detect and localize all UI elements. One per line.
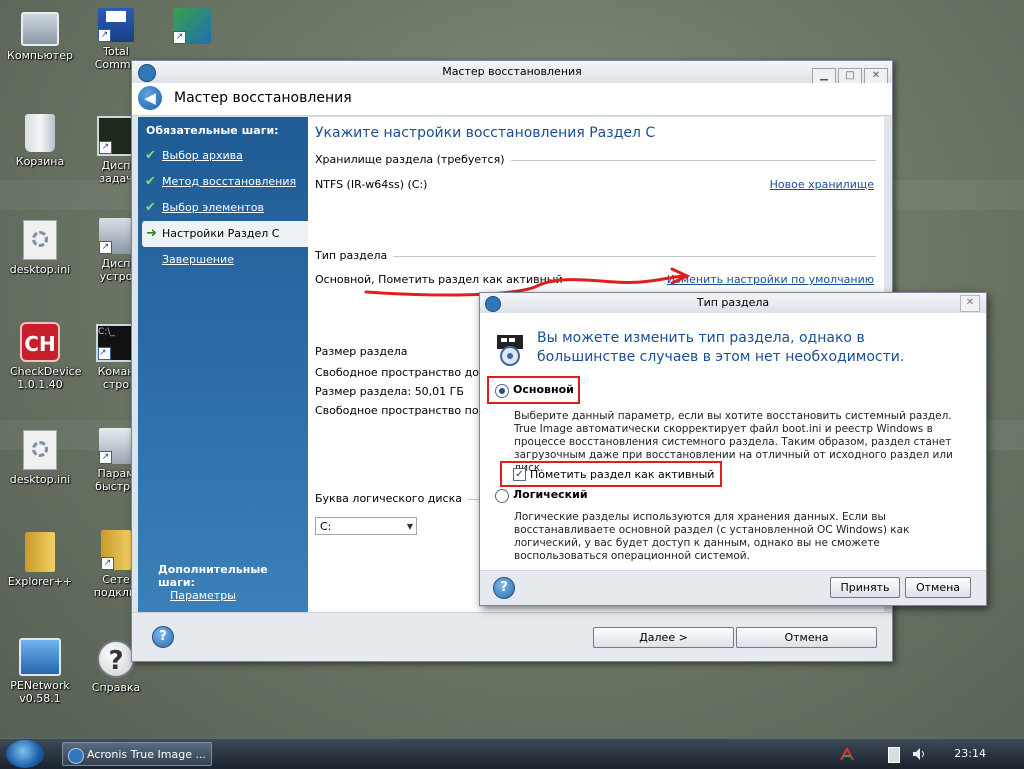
wizard-steps-sidebar: Обязательные шаги: ✔ Выбор архива ✔ Метод … — [138, 117, 308, 612]
desktop-icon-desktop-ini[interactable]: desktop.ini — [0, 220, 80, 276]
drive-letter-select[interactable]: C: ▼ — [315, 517, 417, 535]
back-arrow-icon[interactable]: ◀ — [138, 86, 162, 110]
settings-icon: ↗ — [99, 428, 133, 464]
chevron-down-icon: ▼ — [406, 522, 413, 531]
start-button[interactable] — [6, 740, 44, 768]
help-icon[interactable]: ? — [152, 626, 174, 648]
checkmark-icon: ✔ — [145, 174, 156, 189]
required-steps-heading: Обязательные шаги: — [146, 124, 279, 137]
device-manager-icon: ↗ — [99, 218, 133, 254]
window-titlebar[interactable]: Мастер восстановления ▁ □ ✕ — [132, 61, 892, 85]
step-partition-c-settings[interactable]: ➜ Настройки Раздел С — [142, 221, 308, 247]
partition-type-dialog: Тип раздела ✕ Вы можете изменить тип раз… — [479, 292, 987, 606]
content-title: Укажите настройки восстановления Раздел … — [315, 125, 656, 141]
partition-type-section-header: Тип раздела — [315, 249, 876, 263]
acronis-app-icon — [68, 748, 84, 764]
next-button[interactable]: Далее > — [593, 627, 734, 648]
wizard-title: Мастер восстановления — [174, 90, 352, 106]
desktop-icon-desktop-ini-2[interactable]: desktop.ini — [0, 430, 80, 486]
annotation-box-primary — [487, 376, 580, 404]
taskbar-item-acronis[interactable]: Acronis True Image ... — [62, 742, 212, 766]
desktop-icon-computer[interactable]: Компьютер — [0, 8, 80, 62]
storage-section-header: Хранилище раздела (требуется) — [315, 153, 876, 167]
desktop-icon-label: CheckDevice 1.0.1.40 — [10, 365, 82, 391]
accept-button[interactable]: Принять — [830, 577, 900, 598]
wizard-header: ◀ Мастер восстановления — [132, 83, 892, 116]
desktop-icon-label: Справка — [91, 681, 141, 694]
desktop-icon-label: Компьютер — [7, 49, 73, 62]
dialog-titlebar[interactable]: Тип раздела ✕ — [480, 293, 986, 313]
checkdevice-icon: CH — [20, 322, 60, 362]
help-icon: ? — [97, 640, 135, 678]
tray-acronis-icon[interactable] — [840, 747, 854, 761]
acronis-app-icon — [485, 296, 501, 312]
disk-settings-icon — [495, 333, 525, 367]
logical-description: Логические разделы используются для хран… — [514, 511, 910, 562]
dialog-title: Тип раздела — [696, 296, 770, 309]
free-space-after: Свободное пространство после — [315, 404, 499, 417]
desktop-icon-label: desktop.ini — [9, 473, 71, 486]
step-options-link[interactable]: Параметры — [170, 589, 236, 602]
recycle-bin-icon — [25, 114, 55, 152]
step-finish[interactable]: Завершение — [138, 247, 308, 273]
desktop-icon-label: PENetwork v0.58.1 — [10, 679, 70, 705]
desktop-icon-shortcut[interactable]: ↗ — [152, 8, 232, 47]
step-restore-method[interactable]: ✔ Метод восстановления — [138, 169, 308, 195]
taskbar: Acronis True Image ... 23:14 — [0, 738, 1024, 769]
cancel-button[interactable]: Отмена — [736, 627, 877, 648]
step-archive-selection[interactable]: ✔ Выбор архива — [138, 143, 308, 169]
logical-radio[interactable] — [495, 489, 509, 503]
dialog-cancel-button[interactable]: Отмена — [905, 577, 971, 598]
help-icon[interactable]: ? — [493, 577, 515, 599]
taskbar-clock[interactable]: 23:14 — [954, 747, 986, 760]
command-prompt-icon: C:\_ ↗ — [96, 324, 136, 362]
step-items-selection[interactable]: ✔ Выбор элементов — [138, 195, 308, 221]
desktop-icon-recycle-bin[interactable]: Корзина — [0, 114, 80, 168]
change-defaults-link[interactable]: Изменить настройки по умолчанию — [667, 273, 874, 286]
computer-icon — [21, 12, 59, 46]
logical-label[interactable]: Логический — [513, 488, 588, 501]
free-space-before: Свободное пространство до: 1, — [315, 366, 497, 379]
desktop-icon-label: Explorer++ — [7, 575, 73, 588]
desktop-icon-explorer-plus[interactable]: Explorer++ — [0, 532, 80, 588]
gear-file-icon — [23, 220, 57, 260]
desktop-icon-label: Корзина — [15, 155, 65, 168]
task-manager-icon: ↗ — [97, 116, 135, 156]
arrow-right-icon: ➜ — [146, 226, 157, 241]
wizard-footer: ? Далее > Отмена — [132, 612, 892, 661]
optional-steps-heading: Дополнительные шаги: — [158, 563, 268, 589]
tray-volume-icon[interactable] — [912, 747, 926, 761]
folder-icon: ↗ — [101, 530, 131, 570]
folder-icon — [25, 532, 55, 572]
annotation-box-active — [500, 461, 722, 487]
drive-letter-section-header: Буква логического диска — [315, 492, 479, 506]
window-title: Мастер восстановления — [442, 65, 582, 78]
desktop-icon-label: desktop.ini — [9, 263, 71, 276]
dialog-footer: ? Принять Отмена — [480, 570, 986, 605]
dialog-heading: Вы можете изменить тип раздела, однако в… — [537, 330, 905, 365]
desktop-icon-checkdevice[interactable]: CH CheckDevice 1.0.1.40 — [0, 322, 82, 391]
tray-device-icon[interactable] — [888, 747, 900, 763]
checkmark-icon: ✔ — [145, 148, 156, 163]
new-storage-link[interactable]: Новое хранилище — [770, 178, 874, 191]
gear-file-icon — [23, 430, 57, 470]
acronis-app-icon — [138, 64, 156, 82]
network-icon — [19, 638, 61, 676]
partition-size-value: Размер раздела: 50,01 ГБ — [315, 385, 464, 398]
desktop-icon-penetwork[interactable]: PENetwork v0.58.1 — [0, 638, 80, 705]
dialog-close-button[interactable]: ✕ — [960, 295, 980, 312]
storage-value: NTFS (IR-w64ss) (C:) — [315, 178, 428, 191]
checkmark-icon: ✔ — [145, 200, 156, 215]
app-shortcut-icon: ↗ — [173, 8, 211, 44]
floppy-icon: ↗ — [98, 8, 134, 42]
